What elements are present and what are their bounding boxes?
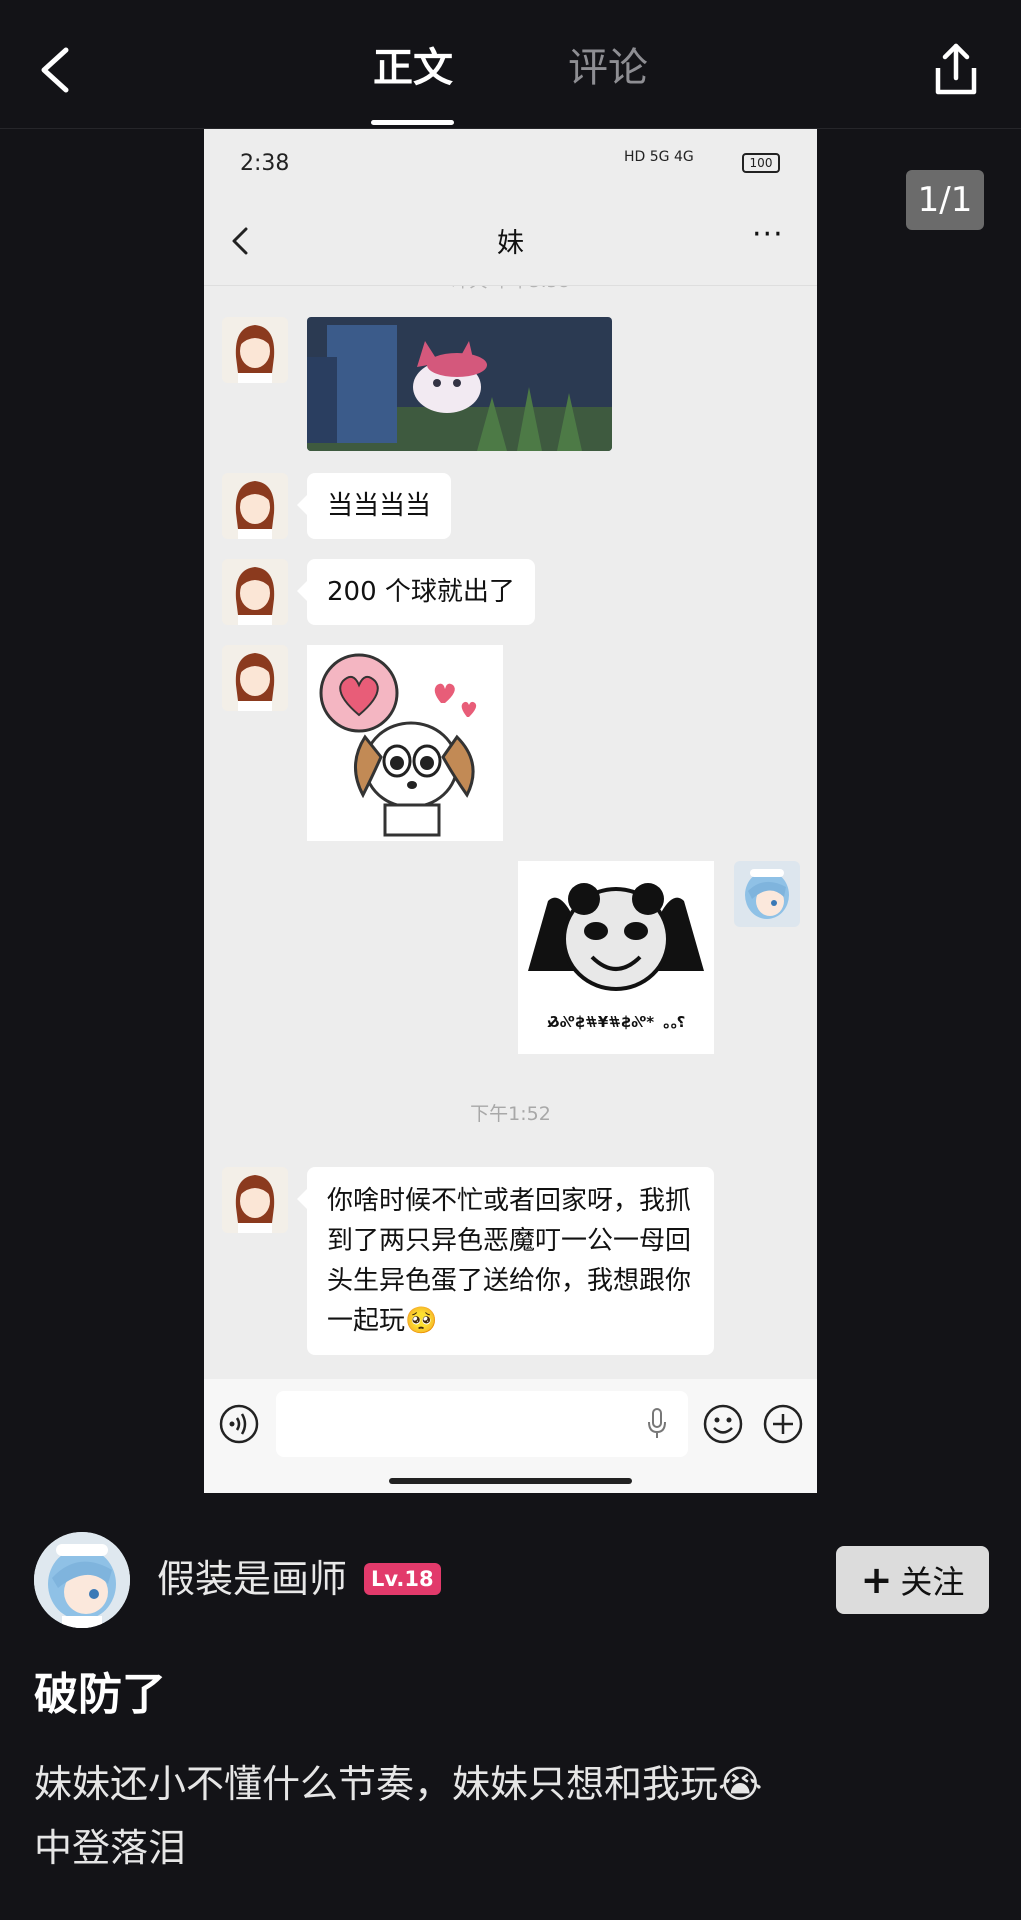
chat-input-bar	[204, 1379, 817, 1493]
sticker-caption: ?。。*%$#¥#$%&	[546, 1013, 686, 1031]
post-body-text: 妹妹还小不懂什么节奏，妹妹只想和我玩😭 中登落泪	[34, 1762, 763, 1870]
level-badge: Lv.18	[364, 1563, 441, 1595]
puppy-sticker	[307, 645, 503, 841]
tab-main-text[interactable]: 正文	[373, 38, 453, 98]
message-text: 当当当当	[327, 491, 432, 521]
home-indicator	[389, 1478, 632, 1484]
network-indicator: HD 5G 4G	[624, 149, 694, 165]
microphone-icon	[646, 1407, 668, 1445]
message-bubble: 200 个球就出了	[297, 559, 535, 625]
timestamp: 下午1:52	[470, 1103, 551, 1125]
author-name[interactable]: 假装是画师	[157, 1553, 347, 1605]
back-icon[interactable]	[30, 40, 90, 100]
share-icon[interactable]	[924, 38, 988, 102]
active-tab-indicator	[371, 120, 454, 125]
chat-header: 妹 ···	[204, 195, 817, 286]
sister-avatar	[222, 317, 288, 383]
message-text: 200 个球就出了	[327, 577, 515, 607]
status-time: 2:38	[240, 151, 290, 176]
sister-avatar	[222, 559, 288, 625]
sister-avatar	[222, 645, 288, 711]
panda-sticker: ?。。*%$#¥#$%&	[518, 861, 714, 1054]
post-title: 破防了	[34, 1669, 166, 1720]
my-avatar	[734, 861, 800, 927]
more-icon: ···	[752, 217, 784, 252]
plus-icon	[762, 1403, 804, 1449]
follow-label: 关注	[900, 1563, 965, 1601]
battery-icon: 100	[742, 153, 780, 173]
image-counter: 1/1	[906, 170, 984, 230]
tab-comments[interactable]: 评论	[568, 38, 648, 98]
post-body: 妹妹还小不懂什么节奏，妹妹只想和我玩😭 中登落泪	[34, 1752, 974, 1880]
game-screenshot-image	[307, 317, 612, 451]
follow-button[interactable]: + 关注	[836, 1546, 989, 1614]
message-text: 你啥时候不忙或者回家呀，我抓到了两只异色恶魔叮一公一母回头生异色蛋了送给你，我想…	[327, 1186, 692, 1336]
sister-avatar	[222, 1167, 288, 1233]
voice-icon	[218, 1403, 260, 1449]
message-bubble: 你啥时候不忙或者回家呀，我抓到了两只异色恶魔叮一公一母回头生异色蛋了送给你，我想…	[297, 1167, 714, 1355]
chat-contact-name: 妹	[497, 228, 524, 259]
message-input	[276, 1391, 688, 1457]
plus-icon: +	[860, 1558, 893, 1602]
post-image[interactable]: 2:38 HD 5G 4G 100 昨天 下午5:58 妹 ··· 当当当当	[204, 129, 817, 1493]
author-avatar[interactable]	[34, 1532, 130, 1628]
emoji-icon	[702, 1403, 744, 1449]
top-bar: 正文 评论	[0, 0, 1021, 129]
sister-avatar	[222, 473, 288, 539]
message-bubble: 当当当当	[297, 473, 452, 539]
